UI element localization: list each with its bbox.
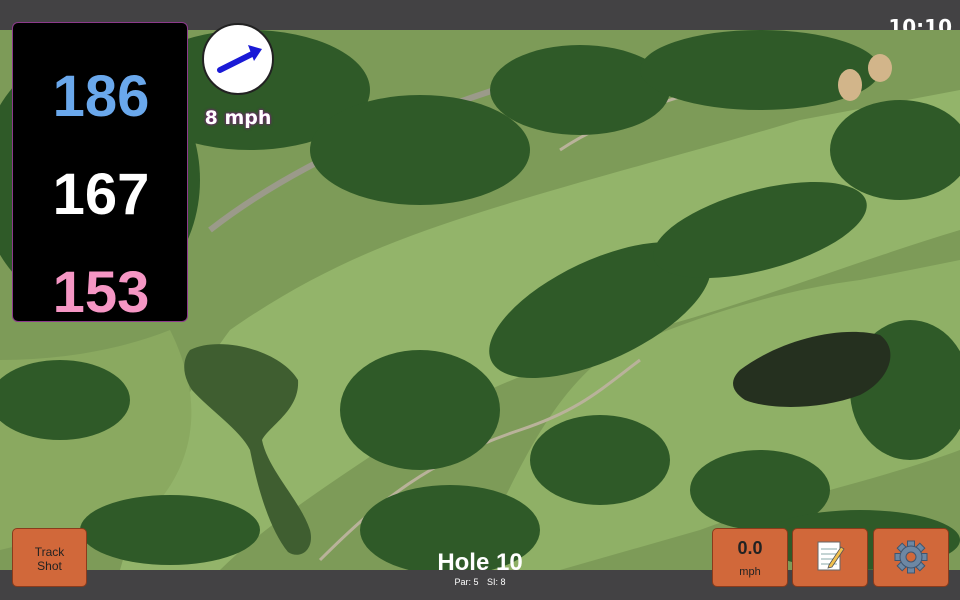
front-distance: 153	[52, 260, 150, 325]
notes-button[interactable]	[792, 528, 868, 587]
back-distance: 186	[52, 64, 150, 129]
speed-value: 0.0	[737, 538, 763, 558]
wind-direction-indicator	[202, 23, 274, 95]
hole-title: Hole 10	[437, 549, 523, 576]
track-shot-label-line1: Track	[34, 545, 65, 559]
track-shot-label-line2: Shot	[37, 559, 62, 573]
speed-button[interactable]: 0.0 mph	[712, 528, 788, 587]
distance-panel: 186 167 153	[12, 22, 188, 325]
wind-speed: 8 mph	[204, 107, 272, 129]
speed-unit: mph	[739, 566, 761, 578]
hole-info: Par: 5 SI: 8	[380, 577, 580, 587]
notepad-icon	[817, 541, 845, 571]
hole-stroke-index: SI: 8	[487, 577, 506, 587]
hole-par: Par: 5	[454, 577, 479, 587]
gear-icon	[894, 540, 928, 574]
settings-button[interactable]	[873, 528, 949, 587]
track-shot-button[interactable]: Track Shot	[12, 528, 87, 587]
middle-distance: 167	[52, 162, 150, 227]
arrow-icon	[217, 45, 262, 73]
